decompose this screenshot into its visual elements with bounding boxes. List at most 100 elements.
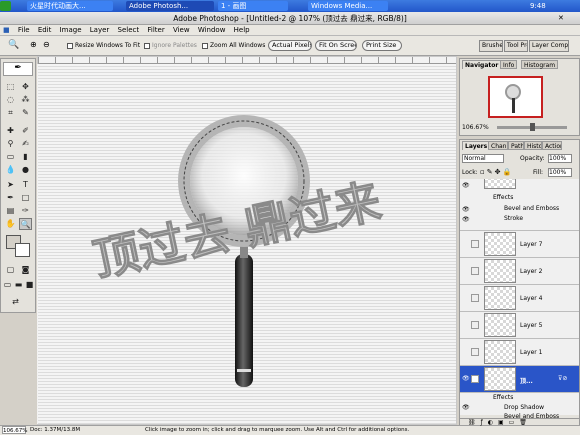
layer-row[interactable]: Layer 7 <box>460 231 579 258</box>
print-size-button[interactable]: Print Size <box>362 40 402 51</box>
type-tool-icon[interactable]: T <box>19 179 32 191</box>
effect-bevel[interactable]: Bevel and Emboss <box>504 205 559 212</box>
menu-view[interactable]: View <box>170 25 193 36</box>
eraser-tool-icon[interactable]: ▭ <box>4 151 17 163</box>
shape-tool-icon[interactable]: □ <box>19 192 32 204</box>
actual-pixels-button[interactable]: Actual Pixels <box>268 40 312 51</box>
eye-icon[interactable]: 👁 <box>462 404 470 411</box>
imageready-icon[interactable]: ⇄ <box>9 296 22 308</box>
slice-tool-icon[interactable]: ✎ <box>19 107 32 119</box>
tab-info[interactable]: Info <box>500 60 518 69</box>
navigator-panel: Navigator Info Histogram 106.67% <box>459 58 580 136</box>
link-box[interactable] <box>471 240 479 248</box>
move-tool-icon[interactable]: ✥ <box>19 81 32 93</box>
lock-icons[interactable]: ▫✎✥🔒 <box>480 168 513 176</box>
layer-effects-bottom[interactable]: Effects 👁 Drop Shadow <box>460 393 579 415</box>
menu-window[interactable]: Window <box>195 25 229 36</box>
effect-stroke[interactable]: Stroke <box>504 215 523 222</box>
eye-icon[interactable]: 👁 <box>462 375 470 382</box>
fill-field[interactable]: 100% <box>548 168 572 177</box>
zoom-tool-icon[interactable]: 🔍 <box>19 218 32 230</box>
menu-edit[interactable]: Edit <box>35 25 55 36</box>
taskbar: 火星时代动画大... Adobe Photosh... 1 - 画图 Windo… <box>0 0 580 12</box>
layer-row[interactable]: Layer 1 <box>460 339 579 366</box>
brush-link-icon[interactable] <box>471 375 479 383</box>
history-brush-icon[interactable]: ✍ <box>19 138 32 150</box>
opacity-field[interactable]: 100% <box>548 154 572 163</box>
eye-icon[interactable]: 👁 <box>462 216 470 223</box>
marquee-tool-icon[interactable]: ⬚ <box>4 81 17 93</box>
path-select-icon[interactable]: ➤ <box>4 179 17 191</box>
tab-histogram[interactable]: Histogram <box>521 60 559 69</box>
taskbar-item-mars[interactable]: 火星时代动画大... <box>27 1 113 11</box>
layer-row[interactable]: Layer 4 <box>460 285 579 312</box>
magic-wand-icon[interactable]: ⁂ <box>19 94 32 106</box>
notes-tool-icon[interactable]: ▤ <box>4 205 17 217</box>
document-canvas[interactable]: 顶过去 鼎过来 <box>38 64 456 424</box>
menu-select[interactable]: Select <box>115 25 143 36</box>
tab-layers[interactable]: Layers <box>462 141 491 150</box>
menu-file[interactable]: File <box>15 25 33 36</box>
stamp-tool-icon[interactable]: ⚲ <box>4 138 17 150</box>
status-doc-size[interactable]: Doc: 1.37M/13.8M <box>30 426 80 435</box>
crop-tool-icon[interactable]: ⌗ <box>4 107 17 119</box>
fx-icon[interactable]: ⊽⊘ <box>558 375 567 382</box>
menu-image[interactable]: Image <box>57 25 85 36</box>
layer-effects-top[interactable]: 👁 Effects 👁 Bevel and Emboss 👁 Stroke <box>460 179 579 231</box>
eyedropper-icon[interactable]: ✑ <box>19 205 32 217</box>
tab-paths[interactable]: Paths <box>508 141 524 150</box>
standard-mode-icon[interactable]: ▢ <box>4 264 17 276</box>
navigator-zoom[interactable]: 106.67% <box>462 124 489 131</box>
background-color-swatch[interactable] <box>15 243 30 257</box>
link-box[interactable] <box>471 294 479 302</box>
eye-icon[interactable]: 👁 <box>462 206 470 213</box>
taskbar-item-mediaplayer[interactable]: Windows Media... <box>308 1 388 11</box>
resize-windows-checkbox[interactable]: Resize Windows To Fit <box>67 41 140 50</box>
menu-filter[interactable]: Filter <box>144 25 167 36</box>
navigator-preview[interactable] <box>488 76 543 118</box>
link-box[interactable] <box>471 267 479 275</box>
taskbar-item-photoshop[interactable]: Adobe Photosh... <box>126 1 214 11</box>
brush-tool-icon[interactable]: ✐ <box>19 125 32 137</box>
layer-row[interactable]: Layer 2 <box>460 258 579 285</box>
eye-icon[interactable]: 👁 <box>462 182 470 189</box>
quickmask-mode-icon[interactable]: ◙ <box>19 264 32 276</box>
zoom-icon[interactable]: 🔍 <box>8 40 19 50</box>
fit-on-screen-button[interactable]: Fit On Screen <box>315 40 357 51</box>
tab-layer-comps[interactable]: Layer Comps <box>529 40 569 52</box>
link-box[interactable] <box>471 348 479 356</box>
layer-thumbnail <box>484 286 516 310</box>
layer-row-selected[interactable]: 👁 顶... ⊽⊘ <box>460 366 579 393</box>
gradient-tool-icon[interactable]: ▮ <box>19 151 32 163</box>
zoom-out-icon[interactable]: ⊖ <box>43 40 50 49</box>
navigator-slider-thumb[interactable] <box>530 123 535 131</box>
link-box[interactable] <box>471 321 479 329</box>
ignore-palettes-checkbox[interactable]: Ignore Palettes <box>144 41 197 50</box>
tab-history[interactable]: History <box>524 141 542 150</box>
hand-tool-icon[interactable]: ✋ <box>4 218 17 230</box>
taskbar-item-paint[interactable]: 1 - 画图 <box>218 1 288 11</box>
tab-actions[interactable]: Actions <box>542 141 562 150</box>
layers-footer-icons[interactable]: ⛓ƒ◐▣▭🗑 <box>460 418 579 426</box>
blend-mode-select[interactable]: Normal <box>462 154 504 163</box>
screen-mode-3-icon[interactable]: ■ <box>23 279 36 291</box>
close-icon[interactable]: ✕ <box>558 14 578 23</box>
status-zoom[interactable]: 106.67% <box>2 426 27 434</box>
tab-brushes[interactable]: Brushes <box>479 40 503 52</box>
blur-tool-icon[interactable]: 💧 <box>4 164 17 176</box>
zoom-all-checkbox[interactable]: Zoom All Windows <box>202 41 265 50</box>
tab-tool-presets[interactable]: Tool Presets <box>504 40 528 52</box>
tab-channels[interactable]: Channels <box>488 141 508 150</box>
menu-layer[interactable]: Layer <box>87 25 113 36</box>
healing-tool-icon[interactable]: ✚ <box>4 125 17 137</box>
zoom-in-icon[interactable]: ⊕ <box>30 40 37 49</box>
menu-help[interactable]: Help <box>231 25 253 36</box>
effect-drop-shadow[interactable]: Drop Shadow <box>504 404 544 411</box>
tab-navigator[interactable]: Navigator <box>462 60 502 69</box>
dodge-tool-icon[interactable]: ● <box>19 164 32 176</box>
pen-tool-icon[interactable]: ✒ <box>4 192 17 204</box>
layer-row[interactable]: Layer 5 <box>460 312 579 339</box>
lasso-tool-icon[interactable]: ◌ <box>4 94 17 106</box>
start-icon[interactable] <box>0 1 11 11</box>
photoshop-icon[interactable]: ■ <box>0 25 13 36</box>
